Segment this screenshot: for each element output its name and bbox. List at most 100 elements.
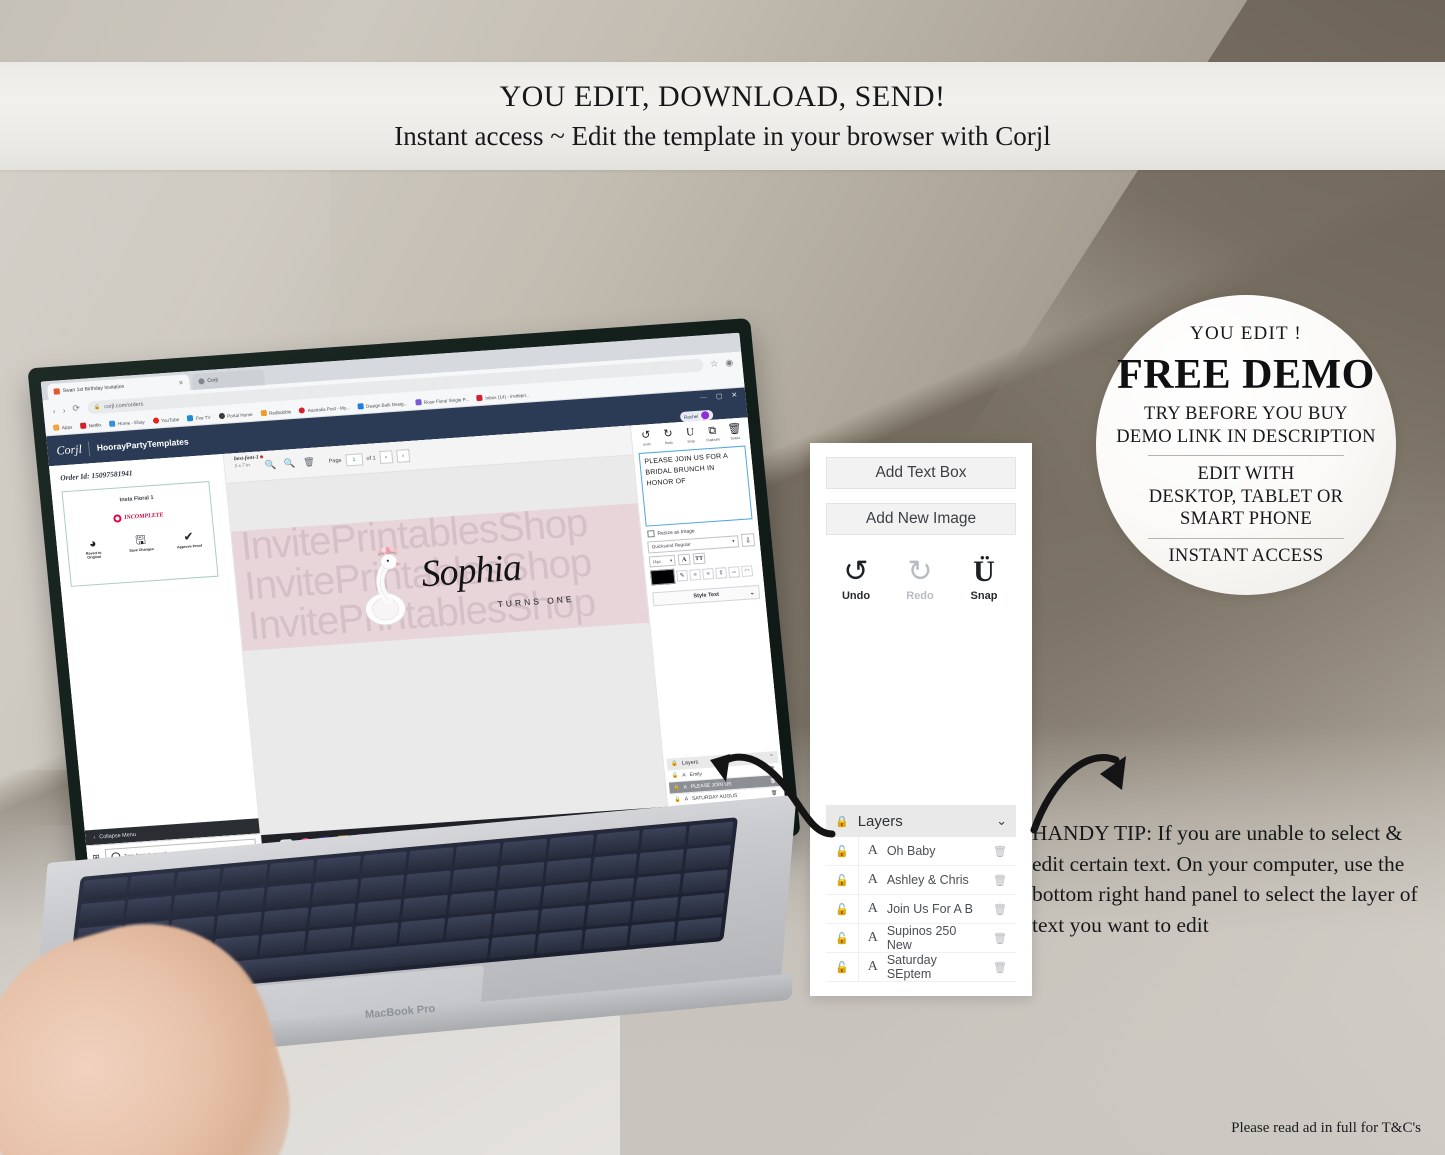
free-demo-badge: YOU EDIT ! FREE DEMO TRY BEFORE YOU BUY … bbox=[1096, 295, 1396, 595]
lock-icon[interactable]: 🔓 bbox=[674, 796, 681, 802]
maximize-icon[interactable]: ▢ bbox=[715, 392, 722, 400]
duplicate-button[interactable]: ⧉ Duplicate bbox=[702, 425, 724, 443]
bookmark-item[interactable]: Inbox (14) - invitepri... bbox=[476, 392, 530, 402]
profile-icon[interactable]: ◉ bbox=[725, 357, 734, 368]
align-center-icon[interactable]: ≡ bbox=[702, 568, 715, 580]
back-icon[interactable]: ‹ bbox=[52, 405, 56, 415]
layers-header[interactable]: 🔒 Layers ⌄ bbox=[826, 805, 1016, 837]
unlock-icon[interactable]: 🔓 bbox=[835, 961, 849, 974]
approve-proof-button[interactable]: ✔ Approve Proof bbox=[173, 529, 205, 554]
redo-icon: ↻ bbox=[662, 427, 674, 441]
trash-icon[interactable]: 🗑 bbox=[993, 932, 1007, 945]
url-text: corjl.com/orders bbox=[103, 401, 144, 410]
delete-button[interactable]: 🗑 Delete bbox=[724, 423, 746, 441]
eyedropper-icon[interactable]: ✎ bbox=[676, 569, 689, 582]
star-icon[interactable]: ☆ bbox=[710, 358, 719, 370]
bold-button[interactable]: A bbox=[677, 553, 691, 566]
revert-to-original-button[interactable]: ◕ Revert to Original bbox=[77, 536, 109, 560]
design-name-text[interactable]: Sophia bbox=[419, 546, 523, 597]
snap-button[interactable]: Ü Snap bbox=[962, 557, 1006, 603]
lock-icon[interactable]: 🔓 bbox=[673, 784, 680, 790]
laptop-mockup: Swan 1st Birthday Invitation ✕ Corjl ‹ ›… bbox=[0, 317, 810, 1155]
redo-button[interactable]: ↻ Redo bbox=[898, 557, 942, 603]
close-icon[interactable]: ✕ bbox=[731, 391, 738, 399]
minimize-icon[interactable]: — bbox=[700, 393, 708, 401]
trash-icon[interactable]: 🗑 bbox=[993, 961, 1007, 974]
layer-row[interactable]: 🔓 A Ashley & Chris 🗑 bbox=[826, 865, 1016, 895]
bookmark-item[interactable]: Netflix bbox=[79, 421, 102, 429]
invitation-design[interactable]: InvitePrintablesShop InvitePrintablesSho… bbox=[231, 503, 650, 652]
letter-spacing-icon[interactable]: ⇔ bbox=[728, 566, 741, 578]
font-family-value: Quicksand Regular bbox=[651, 541, 691, 550]
bookmark-label: Portal Home bbox=[226, 411, 253, 419]
thumbnail-title: Insta Floral 1 bbox=[119, 494, 154, 504]
undo-button[interactable]: ↺ Undo bbox=[635, 429, 657, 447]
reload-icon[interactable]: ⟳ bbox=[72, 403, 81, 414]
unlock-icon[interactable]: 🔓 bbox=[835, 932, 849, 945]
curve-text-icon[interactable]: ◠ bbox=[741, 565, 754, 578]
bookmark-label: Australia Post - My... bbox=[307, 404, 350, 413]
layer-row[interactable]: 🔓 A Saturday SEptem 🗑 bbox=[826, 952, 1016, 982]
unlock-icon[interactable]: 🔓 bbox=[835, 874, 849, 887]
bookmark-item[interactable]: Apps bbox=[52, 424, 73, 431]
zoom-out-icon[interactable]: 🔍 bbox=[284, 458, 296, 470]
bookmark-item[interactable]: Design Bulk Desig... bbox=[357, 400, 408, 410]
style-text-accordion[interactable]: Style Text ⌄ bbox=[652, 584, 761, 607]
bookmark-item[interactable]: Australia Post - My... bbox=[298, 404, 350, 414]
trash-icon[interactable]: 🗑 bbox=[993, 874, 1007, 887]
delete-icon[interactable]: 🗑 bbox=[303, 457, 315, 469]
file-name-text: best-font-1 bbox=[233, 454, 259, 463]
bookmark-item[interactable]: Home - Ebay bbox=[109, 418, 145, 427]
snap-button[interactable]: U Snap bbox=[680, 426, 702, 444]
layer-row[interactable]: 🔓 A Oh Baby 🗑 bbox=[826, 836, 1016, 866]
bookmark-item[interactable]: Fire TV bbox=[186, 414, 211, 422]
file-name-label: best-font-1 bbox=[234, 454, 264, 462]
chevron-down-icon: ▾ bbox=[731, 538, 735, 544]
layer-row[interactable]: 🔓 A Join Us For A B 🗑 bbox=[826, 894, 1016, 924]
bookmark-item[interactable]: Rose Floral Single P... bbox=[415, 396, 469, 406]
tool-label: Duplicate bbox=[706, 437, 721, 443]
next-page-button[interactable]: › bbox=[395, 449, 411, 463]
page-input[interactable]: 1 bbox=[344, 452, 364, 466]
text-color-swatch[interactable] bbox=[650, 568, 676, 586]
bookmark-item[interactable]: Redbubble bbox=[260, 408, 291, 417]
bookmark-icon bbox=[415, 399, 422, 406]
redo-button[interactable]: ↻ Redo bbox=[658, 427, 680, 446]
unlock-icon[interactable]: 🔓 bbox=[835, 903, 849, 916]
text-edit-textarea[interactable]: PLEASE JOIN US FOR A BRIDAL BRUNCH IN HO… bbox=[638, 445, 753, 527]
divider bbox=[857, 894, 859, 924]
unlock-icon[interactable]: 🔓 bbox=[835, 845, 849, 858]
trash-icon[interactable]: 🗑 bbox=[993, 903, 1007, 916]
bookmark-item[interactable]: YouTube bbox=[152, 416, 179, 424]
bookmark-item[interactable]: Portal Home bbox=[218, 411, 253, 420]
text-layer-icon: A bbox=[867, 843, 878, 858]
trash-icon[interactable]: 🗑 bbox=[993, 845, 1007, 858]
checkbox-icon[interactable] bbox=[647, 530, 655, 538]
layer-row[interactable]: 🔓 A Supinos 250 New 🗑 bbox=[826, 923, 1016, 953]
window-controls: — ▢ ✕ bbox=[700, 391, 738, 402]
align-left-icon[interactable]: ≡ bbox=[689, 568, 702, 581]
save-changes-button[interactable]: 🖫 Save Changes bbox=[125, 533, 157, 557]
chevron-down-icon: ▾ bbox=[669, 557, 673, 563]
page-of-label: of 1 bbox=[366, 454, 376, 462]
bookmark-label: Inbox (14) - invitepri... bbox=[485, 392, 530, 401]
prev-page-button[interactable]: ‹ bbox=[379, 450, 394, 465]
undo-button[interactable]: ↺ Undo bbox=[834, 557, 878, 603]
italic-button[interactable]: TT bbox=[692, 552, 706, 565]
badge-edit3: SMART PHONE bbox=[1180, 509, 1312, 530]
line-height-icon[interactable]: ⇳ bbox=[715, 567, 728, 579]
bookmark-label: Rose Floral Single P... bbox=[423, 396, 470, 405]
chevron-down-icon[interactable]: ⌄ bbox=[996, 813, 1007, 829]
zoom-in-icon[interactable]: 🔍 bbox=[264, 459, 276, 471]
add-text-box-button[interactable]: Add Text Box bbox=[826, 457, 1016, 489]
forward-icon[interactable]: › bbox=[62, 404, 66, 414]
font-size-select[interactable]: 14px ▾ bbox=[648, 554, 676, 568]
close-icon[interactable]: ✕ bbox=[178, 379, 184, 386]
template-thumbnail-card[interactable]: Insta Floral 1 INCOMPLETE ◕ Revert to Or… bbox=[61, 481, 219, 587]
status-text: INCOMPLETE bbox=[123, 512, 164, 522]
add-new-image-button[interactable]: Add New Image bbox=[826, 503, 1016, 535]
bookmark-icon bbox=[79, 422, 87, 429]
font-upload-button[interactable]: ⇩ bbox=[740, 533, 756, 547]
lock-icon[interactable]: 🔓 bbox=[672, 772, 679, 778]
corjl-logo[interactable]: Corjl bbox=[56, 441, 83, 458]
